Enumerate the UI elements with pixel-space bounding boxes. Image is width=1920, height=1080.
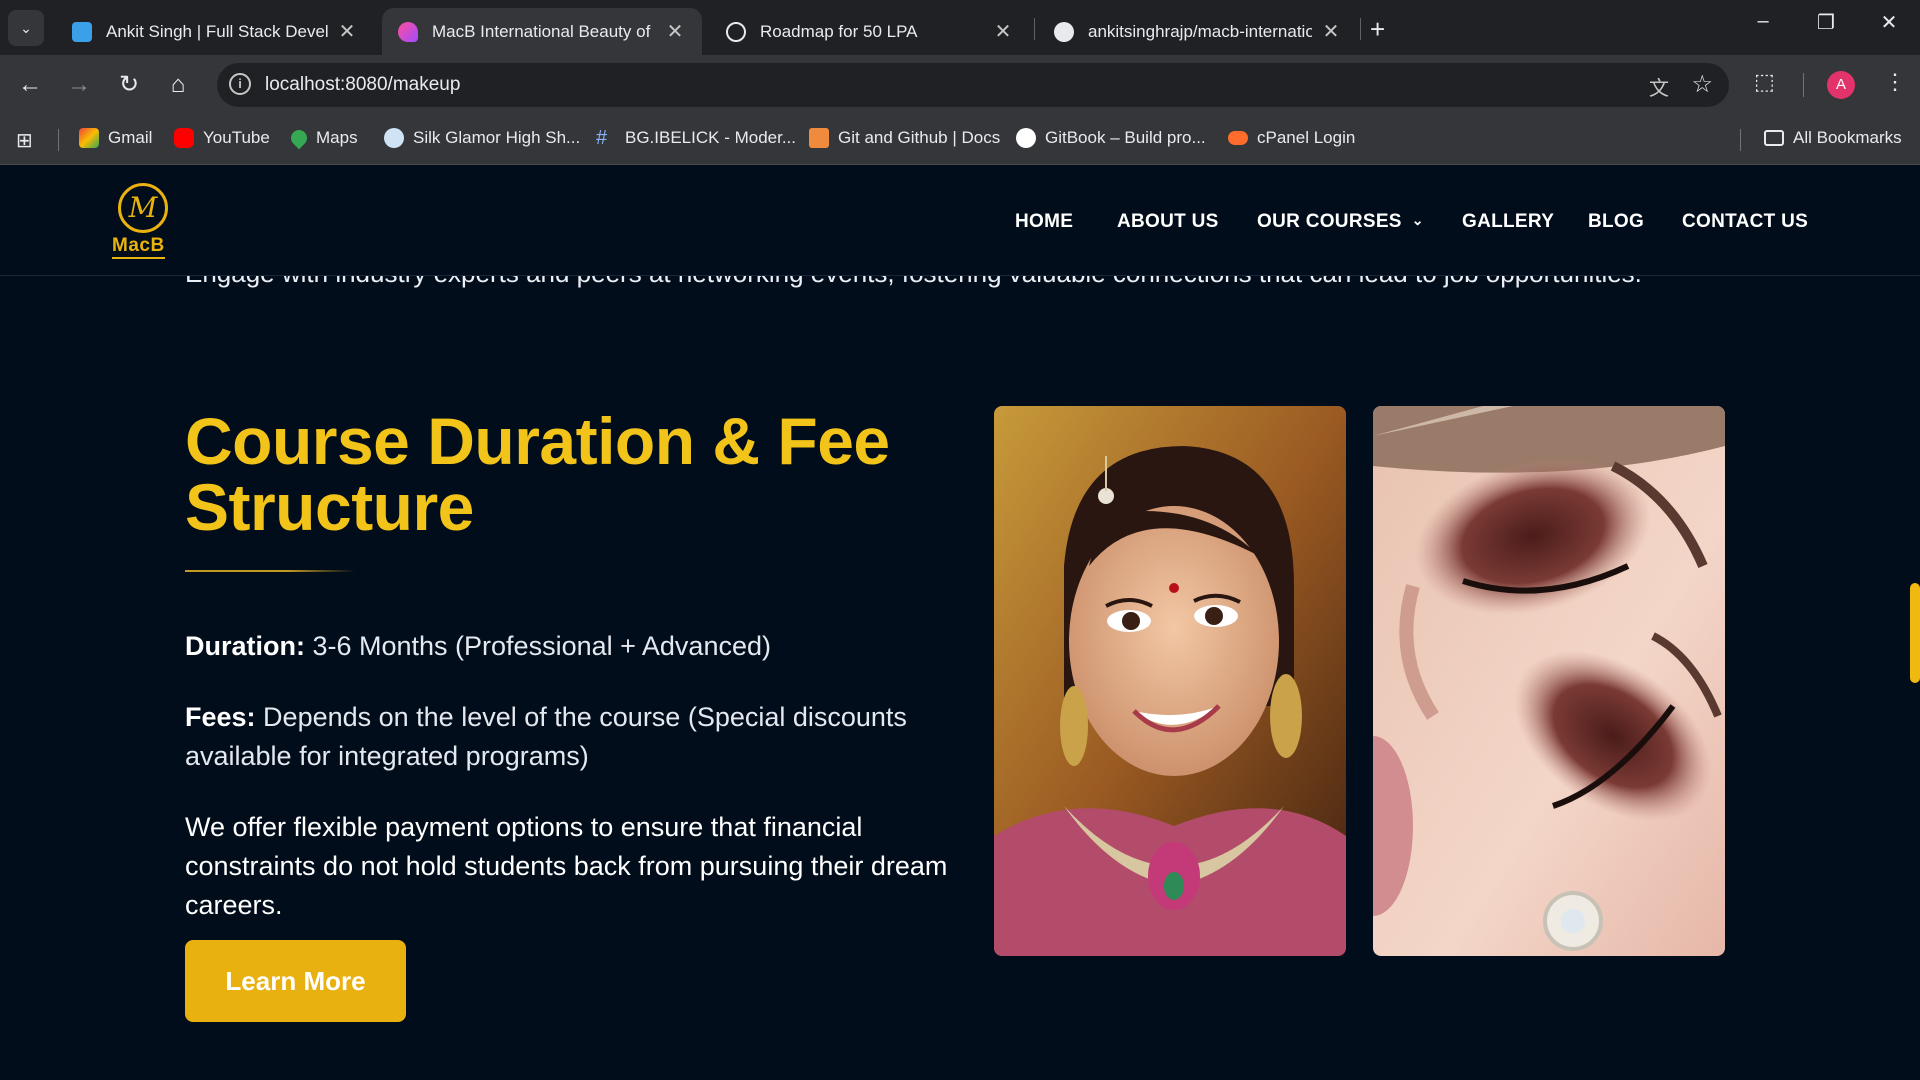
bookmarks-bar: ⊞ Gmail YouTube Maps Silk Glamor High Sh…	[0, 115, 1920, 165]
learn-more-button[interactable]: Learn More	[185, 940, 406, 1022]
fees-value: Depends on the level of the course (Spec…	[185, 702, 907, 771]
youtube-icon	[174, 128, 194, 148]
chevron-down-icon: ⌄	[1411, 212, 1424, 228]
toolbar-separator	[1803, 73, 1804, 97]
bookmark-gmail[interactable]: Gmail	[79, 128, 152, 148]
profile-avatar[interactable]: A	[1827, 71, 1855, 99]
folder-icon	[1764, 130, 1784, 146]
tab-separator	[1034, 18, 1035, 40]
gitbook-icon	[1016, 128, 1036, 148]
back-icon[interactable]: ←	[14, 69, 46, 101]
extensions-icon[interactable]: ⬚	[1754, 69, 1775, 95]
restore-icon[interactable]: ❐	[1811, 10, 1841, 35]
bookmark-cpanel[interactable]: cPanel Login	[1228, 128, 1355, 148]
duration-value: 3-6 Months (Professional + Advanced)	[304, 631, 771, 661]
chatgpt-icon	[726, 21, 746, 42]
close-tab-icon[interactable]: ✕	[664, 19, 686, 44]
apps-grid-icon[interactable]: ⊞	[16, 128, 33, 153]
duration-text: Duration: 3-6 Months (Professional + Adv…	[185, 627, 955, 666]
docs-icon	[809, 128, 829, 148]
browser-tab[interactable]: Roadmap for 50 LPA ✕	[710, 8, 1030, 55]
address-bar[interactable]: i localhost:8080/makeup 文 ☆	[217, 63, 1729, 107]
bookmark-star-icon[interactable]: ☆	[1691, 70, 1713, 99]
close-tab-icon[interactable]: ✕	[336, 19, 358, 44]
bookmark-silk-glamor[interactable]: Silk Glamor High Sh...	[384, 128, 580, 148]
browser-tab-active[interactable]: MacB International Beauty of Sc ✕	[382, 8, 702, 55]
nav-blog[interactable]: BLOG	[1588, 211, 1644, 233]
nav-our-courses-label: OUR COURSES	[1257, 211, 1402, 232]
eye-makeup-image	[1373, 406, 1725, 956]
close-tab-icon[interactable]: ✕	[992, 19, 1014, 44]
browser-tab[interactable]: ankitsinghrajp/macb-internation ✕	[1038, 8, 1358, 55]
nav-about-us[interactable]: ABOUT US	[1117, 211, 1219, 233]
page-scrollbar-thumb[interactable]	[1910, 583, 1920, 683]
nav-contact-us[interactable]: CONTACT US	[1682, 211, 1808, 233]
silk-glamor-icon	[384, 128, 404, 148]
kebab-menu-icon[interactable]: ⋮	[1884, 69, 1906, 95]
maps-icon	[287, 126, 311, 150]
tab-search-button[interactable]: ⌄	[8, 10, 44, 46]
cpanel-icon	[1228, 131, 1248, 145]
new-tab-icon[interactable]: +	[1370, 14, 1385, 45]
close-tab-icon[interactable]: ✕	[1320, 19, 1342, 44]
browser-tab[interactable]: Ankit Singh | Full Stack Developer ✕	[56, 8, 374, 55]
tab-separator	[1360, 18, 1361, 40]
macb-icon	[398, 21, 418, 42]
bookmark-bg-ibelick[interactable]: # BG.IBELICK - Moder...	[596, 128, 796, 148]
bridal-portrait-image	[994, 406, 1346, 956]
fees-text: Fees: Depends on the level of the course…	[185, 698, 955, 776]
bookmark-git-github[interactable]: Git and Github | Docs	[809, 128, 1000, 148]
bookmark-separator	[1740, 129, 1741, 151]
browser-tabstrip: ⌄ Ankit Singh | Full Stack Developer ✕ M…	[0, 0, 1920, 55]
payment-text: We offer flexible payment options to ens…	[185, 812, 948, 920]
site-header: M MacB HOME ABOUT US OUR COURSES ⌄ GALLER…	[0, 166, 1920, 276]
bookmark-gitbook[interactable]: GitBook – Build pro...	[1016, 128, 1206, 148]
section-heading: Course Duration & Fee Structure	[185, 404, 890, 544]
bookmark-separator	[58, 129, 59, 151]
fees-label: Fees:	[185, 702, 256, 732]
bookmark-maps[interactable]: Maps	[287, 126, 358, 150]
all-bookmarks[interactable]: All Bookmarks	[1764, 128, 1902, 148]
nav-our-courses[interactable]: OUR COURSES ⌄	[1257, 211, 1424, 233]
duration-label: Duration:	[185, 631, 305, 661]
site-logo[interactable]: M MacB	[110, 183, 176, 259]
reload-icon[interactable]: ↻	[113, 69, 145, 101]
nav-gallery[interactable]: GALLERY	[1462, 211, 1554, 233]
site-info-icon[interactable]: i	[229, 73, 251, 95]
portfolio-icon	[72, 21, 92, 42]
browser-toolbar: ← → ↻ ⌂ i localhost:8080/makeup 文 ☆ ⬚ A …	[0, 55, 1920, 115]
forward-icon[interactable]: →	[63, 69, 95, 101]
logo-monogram-icon: M	[118, 183, 168, 233]
url-text[interactable]: localhost:8080/makeup	[265, 74, 460, 96]
close-window-icon[interactable]: ✕	[1874, 10, 1904, 35]
chevron-down-icon: ⌄	[20, 19, 32, 36]
hash-icon: #	[596, 127, 608, 149]
logo-text: MacB	[112, 235, 165, 259]
translate-icon[interactable]: 文	[1649, 72, 1669, 101]
minimize-icon[interactable]: –	[1748, 10, 1778, 33]
github-icon	[1054, 21, 1074, 42]
nav-home[interactable]: HOME	[1015, 211, 1073, 233]
heading-underline	[185, 570, 355, 572]
gmail-icon	[79, 128, 99, 148]
bookmark-youtube[interactable]: YouTube	[174, 128, 270, 148]
home-icon[interactable]: ⌂	[162, 69, 194, 101]
